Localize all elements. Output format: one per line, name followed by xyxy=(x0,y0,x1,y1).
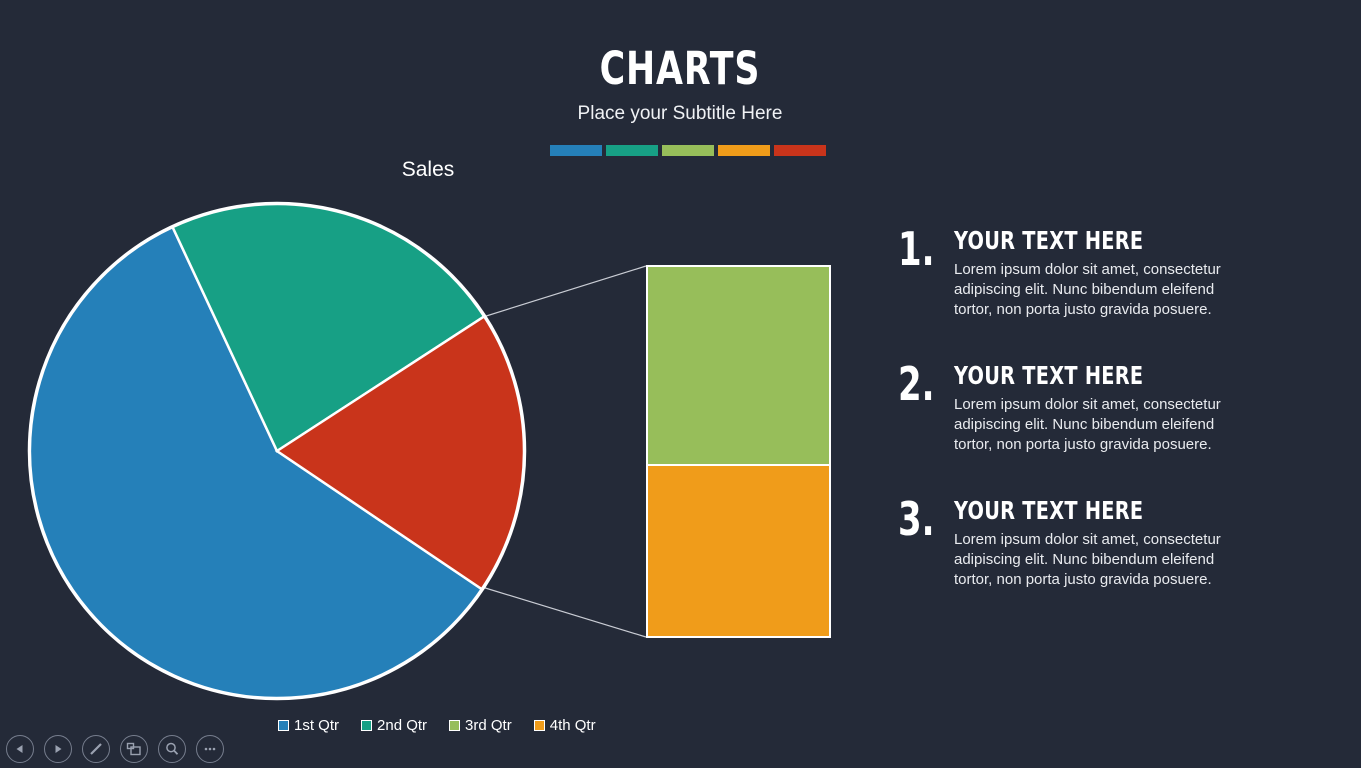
legend-item[interactable]: 1st Qtr xyxy=(278,717,339,734)
bullet-heading: YOUR TEXT HERE xyxy=(954,495,1144,525)
legend-key-swatch xyxy=(361,720,373,731)
chart-legend: 1st Qtr 2nd Qtr 3rd Qtr 4th Qtr xyxy=(278,717,596,734)
callout-stacked-bar xyxy=(646,265,831,638)
triangle-right-icon xyxy=(55,745,62,753)
legend-item-label: 4th Qtr xyxy=(549,717,596,734)
magnifier-icon xyxy=(166,742,179,755)
bullet-list: 1. YOUR TEXT HERE Lorem ipsum dolor sit am… xyxy=(898,222,1258,632)
zoom-tool-button[interactable] xyxy=(158,735,186,763)
bullet-item-2: 2. YOUR TEXT HERE Lorem ipsum dolor sit am… xyxy=(898,356,1258,455)
slide-overview-button[interactable] xyxy=(120,735,148,763)
pen-tool-button[interactable] xyxy=(82,735,110,763)
next-slide-button[interactable] xyxy=(44,735,72,763)
bullet-number: 1. xyxy=(898,222,935,276)
bullet-item-1: 1. YOUR TEXT HERE Lorem ipsum dolor sit am… xyxy=(898,222,1258,320)
pen-icon xyxy=(90,743,102,755)
bullet-body: YOUR TEXT HERE Lorem ipsum dolor sit amet… xyxy=(946,498,1258,590)
bullet-paragraph: Lorem ipsum dolor sit amet, consectetur … xyxy=(954,395,1221,453)
bullet-number: 2. xyxy=(898,356,935,411)
pie-chart-figure: Sales xyxy=(0,0,880,768)
ellipsis-icon xyxy=(204,747,216,751)
presentation-slide: CHARTS Place your Subtitle Here Sales 1s… xyxy=(0,0,1361,768)
legend-key-swatch xyxy=(449,720,461,731)
legend-item[interactable]: 4th Qtr xyxy=(533,717,596,734)
legend-key-swatch xyxy=(533,720,545,731)
bullet-paragraph: Lorem ipsum dolor sit amet, consectetur … xyxy=(954,530,1221,588)
legend-item[interactable]: 3rd Qtr xyxy=(449,717,512,734)
triangle-left-icon xyxy=(16,745,23,753)
callout-segment-4th-qtr[interactable] xyxy=(646,466,831,638)
legend-item-label: 1st Qtr xyxy=(294,717,340,734)
callout-segment-3rd-qtr[interactable] xyxy=(646,265,831,466)
leader-line-bottom xyxy=(481,586,647,638)
previous-slide-button[interactable] xyxy=(6,735,34,763)
bullet-item-3: 3. YOUR TEXT HERE Lorem ipsum dolor sit am… xyxy=(898,491,1258,590)
bullet-body: YOUR TEXT HERE Lorem ipsum dolor sit amet… xyxy=(946,363,1258,455)
more-options-button[interactable] xyxy=(196,735,224,763)
slides-icon xyxy=(126,742,141,756)
bullet-heading: YOUR TEXT HERE xyxy=(954,226,1144,255)
legend-item-label: 3rd Qtr xyxy=(465,717,512,734)
bullet-body: YOUR TEXT HERE Lorem ipsum dolor sit amet… xyxy=(946,228,1258,320)
bullet-heading: YOUR TEXT HERE xyxy=(954,360,1144,390)
slideshow-toolbar[interactable] xyxy=(6,735,224,763)
bullet-number: 3. xyxy=(898,491,935,546)
leader-line-top xyxy=(482,265,647,318)
bullet-paragraph: Lorem ipsum dolor sit amet, consectetur … xyxy=(954,261,1221,318)
legend-item[interactable]: 2nd Qtr xyxy=(361,717,427,734)
legend-item-label: 2nd Qtr xyxy=(377,717,428,734)
legend-key-swatch xyxy=(278,720,289,731)
